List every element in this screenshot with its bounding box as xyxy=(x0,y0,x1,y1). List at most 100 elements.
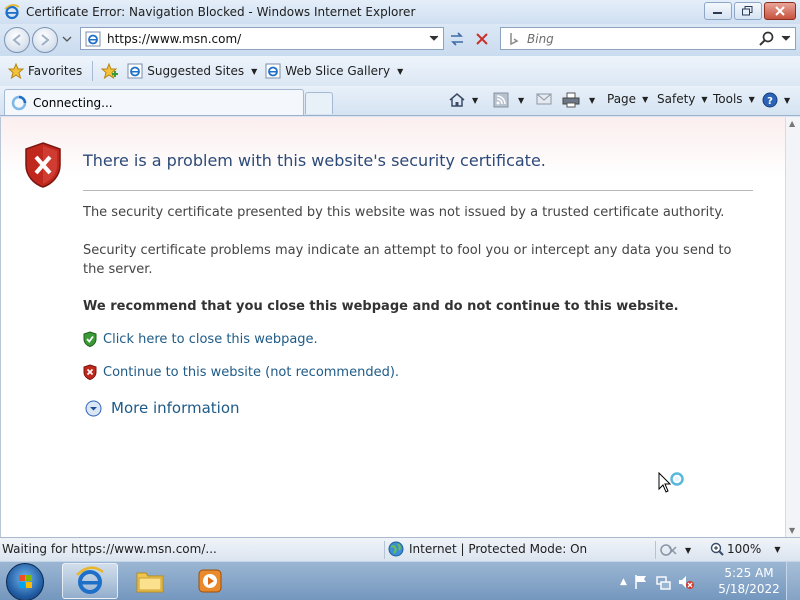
media-player-icon xyxy=(198,569,222,593)
recommendation-text: We recommend that you close this webpage… xyxy=(83,299,679,314)
chevron-down-icon: ▼ xyxy=(472,95,479,105)
network-icon[interactable] xyxy=(655,574,671,590)
favorites-label: Favorites xyxy=(28,64,83,78)
show-desktop-button[interactable] xyxy=(786,562,800,600)
busy-cursor-icon xyxy=(658,472,684,493)
start-button[interactable] xyxy=(6,563,44,600)
separator xyxy=(384,541,385,559)
add-to-favorites-bar-button[interactable] xyxy=(101,63,119,79)
tab-current[interactable]: Connecting... xyxy=(4,89,304,115)
home-button[interactable]: ▼ xyxy=(448,92,478,108)
forward-button[interactable] xyxy=(32,27,58,53)
minimize-button[interactable] xyxy=(704,2,732,20)
chevron-down-icon: ▼ xyxy=(397,66,404,76)
stop-button[interactable] xyxy=(471,28,493,50)
chevron-down-icon: ▼ xyxy=(774,544,781,554)
status-text: Waiting for https://www.msn.com/... xyxy=(2,542,217,556)
taskbar: ▲ 5:25 AM 5/18/2022 xyxy=(0,561,800,600)
address-dropdown-icon[interactable] xyxy=(429,33,439,43)
star-icon xyxy=(8,63,24,79)
status-bar: Waiting for https://www.msn.com/... Inte… xyxy=(0,537,800,561)
page-title: There is a problem with this website's s… xyxy=(83,151,546,170)
action-center-flag-icon[interactable] xyxy=(633,574,649,590)
more-information-toggle[interactable]: More information xyxy=(85,399,240,417)
protected-mode-icons[interactable]: ▼ xyxy=(660,542,691,558)
taskbar-media-player[interactable] xyxy=(182,563,238,599)
warning-text: Security certificate problems may indica… xyxy=(83,243,732,277)
explanation-text: The security certificate presented by th… xyxy=(83,205,725,220)
clock-time: 5:25 AM xyxy=(724,566,774,580)
safety-menu-label: Safety xyxy=(657,92,696,106)
new-tab-button[interactable] xyxy=(305,92,333,114)
print-button[interactable]: ▼ xyxy=(562,92,595,108)
zoom-magnifier-icon xyxy=(710,542,724,556)
chevron-down-icon: ▼ xyxy=(748,94,755,104)
help-button[interactable]: ? ▼ xyxy=(762,92,790,108)
address-bar[interactable]: https://www.msn.com/ xyxy=(80,27,444,50)
close-window-button[interactable] xyxy=(764,2,796,20)
volume-muted-icon[interactable] xyxy=(677,574,695,590)
scroll-down-icon[interactable]: ▼ xyxy=(789,526,795,535)
search-box[interactable]: Bing xyxy=(500,27,796,50)
ie-logo-icon xyxy=(4,4,20,20)
security-zone[interactable]: Internet | Protected Mode: On xyxy=(388,541,587,557)
favorites-button[interactable]: Favorites xyxy=(8,63,82,79)
svg-text:?: ? xyxy=(767,96,773,107)
search-dropdown-icon[interactable] xyxy=(781,33,791,43)
tools-menu-label: Tools xyxy=(713,92,743,106)
suggested-sites-label: Suggested Sites xyxy=(147,64,245,78)
history-dropdown-icon[interactable] xyxy=(62,34,72,44)
mail-icon xyxy=(536,93,552,105)
home-icon xyxy=(449,93,465,107)
taskbar-internet-explorer[interactable] xyxy=(62,563,118,599)
safety-menu-button[interactable]: Safety ▼ xyxy=(657,92,708,106)
zoom-control[interactable]: 100% ▼ xyxy=(710,542,780,556)
red-shield-error-icon xyxy=(25,142,61,188)
divider xyxy=(83,190,753,191)
bing-search-icon xyxy=(510,32,519,45)
red-shield-icon xyxy=(83,364,97,380)
taskbar-windows-explorer[interactable] xyxy=(122,563,178,599)
favorites-bar: Favorites Suggested Sites ▼ Web Slice Ga… xyxy=(0,56,800,86)
back-button[interactable] xyxy=(4,27,30,53)
search-placeholder: Bing xyxy=(527,31,554,46)
separator xyxy=(655,541,656,559)
separator xyxy=(92,61,94,81)
read-mail-button[interactable] xyxy=(536,92,552,106)
vertical-scrollbar[interactable]: ▲ ▼ xyxy=(785,117,800,537)
refresh-icon xyxy=(451,32,463,46)
show-hidden-icons-chevron-icon[interactable]: ▲ xyxy=(620,577,627,587)
page-menu-button[interactable]: Page ▼ xyxy=(607,92,648,106)
minimize-icon xyxy=(713,12,722,14)
scroll-up-icon[interactable]: ▲ xyxy=(789,119,795,128)
continue-website-link[interactable]: Continue to this website (not recommende… xyxy=(83,364,399,380)
close-webpage-link[interactable]: Click here to close this webpage. xyxy=(83,331,318,347)
address-url: https://www.msn.com/ xyxy=(107,31,242,46)
feeds-button[interactable]: ▼ xyxy=(493,92,524,108)
restore-button[interactable] xyxy=(734,2,762,20)
web-slice-gallery-button[interactable]: Web Slice Gallery ▼ xyxy=(265,63,403,79)
zone-text: Internet | Protected Mode: On xyxy=(409,542,588,556)
search-icon[interactable] xyxy=(759,31,775,47)
add-favorite-star-icon xyxy=(101,63,119,79)
close-webpage-label: Click here to close this webpage. xyxy=(103,331,318,347)
restore-icon xyxy=(742,6,753,16)
chevron-down-icon: ▼ xyxy=(251,66,258,76)
refresh-button[interactable] xyxy=(446,28,468,50)
windows-logo-icon xyxy=(19,575,32,588)
web-slice-gallery-label: Web Slice Gallery xyxy=(285,64,391,78)
green-shield-icon xyxy=(83,331,97,347)
tab-label: Connecting... xyxy=(33,95,113,110)
stop-icon xyxy=(476,33,488,45)
expand-chevron-icon xyxy=(85,400,102,416)
suggested-sites-button[interactable]: Suggested Sites ▼ xyxy=(127,63,257,79)
system-clock[interactable]: 5:25 AM 5/18/2022 xyxy=(716,565,782,597)
chevron-down-icon: ▼ xyxy=(589,95,596,105)
continue-website-label: Continue to this website (not recommende… xyxy=(103,364,400,380)
rss-feed-icon xyxy=(493,92,509,108)
chevron-down-icon: ▼ xyxy=(701,94,708,104)
popup-blocker-icon xyxy=(660,544,677,556)
tools-menu-button[interactable]: Tools ▼ xyxy=(713,92,755,106)
clock-date: 5/18/2022 xyxy=(718,582,780,596)
ie-page-icon xyxy=(265,63,281,79)
